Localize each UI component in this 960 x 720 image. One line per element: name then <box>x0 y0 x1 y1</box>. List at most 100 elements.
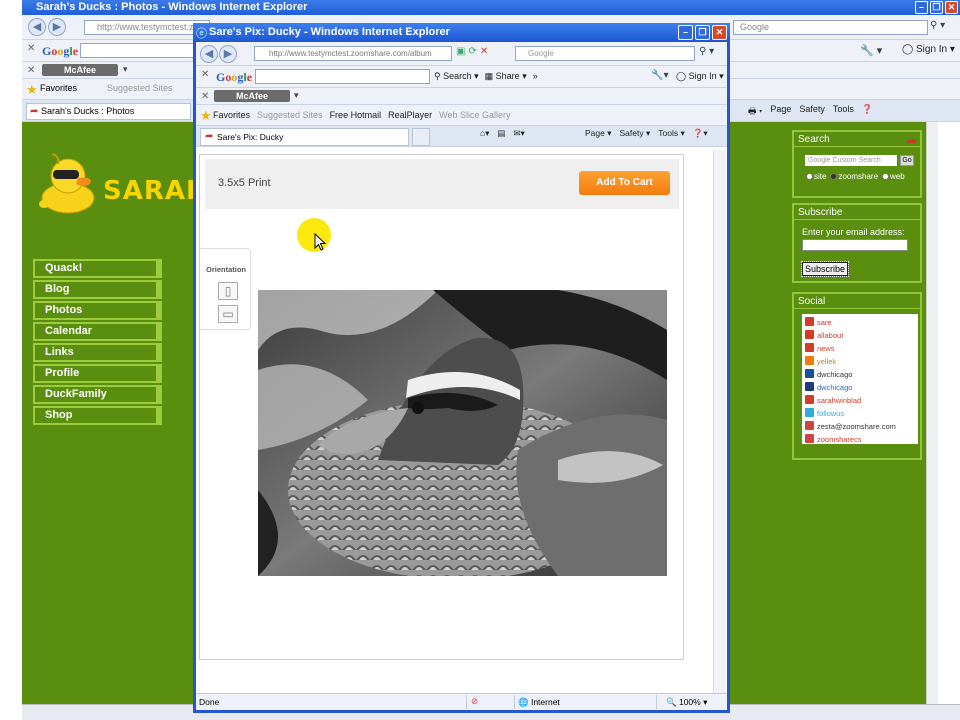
security-zone[interactable]: 🌐 Internet <box>518 697 560 708</box>
back-icon[interactable]: ◀ <box>28 18 46 36</box>
social-link[interactable]: sarahwinblad <box>805 394 915 407</box>
suggested-sites-link[interactable]: Suggested Sites <box>107 83 173 93</box>
close-icon[interactable]: ✕ <box>712 25 727 40</box>
home-icon[interactable]: ⌂▾ <box>480 128 489 139</box>
safety-menu[interactable]: Safety <box>799 104 825 120</box>
back-window-titlebar: Sarah's Ducks : Photos - Windows Interne… <box>22 0 960 15</box>
google-share-button[interactable]: ▦ Share ▾ <box>485 71 527 82</box>
popup-sign-in-button[interactable]: ◯ Sign In ▾ <box>676 71 724 82</box>
back-tab[interactable]: ➦ Sarah's Ducks : Photos <box>26 103 191 120</box>
close-toolbar-icon[interactable]: ✕ <box>27 65 35 76</box>
tools-menu[interactable]: Tools <box>833 104 854 120</box>
back-window-scrollbar[interactable] <box>926 122 938 704</box>
popup-google-search-input[interactable] <box>255 69 430 84</box>
more-icon[interactable]: » <box>533 71 538 82</box>
safety-label: Safety <box>619 128 644 138</box>
favorites-star-icon[interactable]: ★ <box>200 108 212 124</box>
nav-item-calendar[interactable]: Calendar <box>33 322 162 341</box>
stop-icon[interactable]: ✕ <box>480 46 488 57</box>
safety-menu[interactable]: Safety ▾ <box>620 128 651 139</box>
google-search-button[interactable]: ⚲ Search ▾ <box>434 71 479 82</box>
search-icon[interactable]: ⚲ ▾ <box>699 46 714 57</box>
custom-search-input[interactable]: Google Custom Search <box>805 155 897 166</box>
maximize-icon[interactable]: ❐ <box>930 1 943 14</box>
feeds-icon[interactable]: ▤ <box>497 128 505 139</box>
chevron-down-icon[interactable]: ▾ <box>294 90 299 101</box>
wrench-icon[interactable]: 🔧▾ <box>651 70 668 81</box>
site-favicon-icon: ➦ <box>30 106 39 117</box>
popup-address-input[interactable]: http://www.testymctest.zoomshare.com/alb… <box>254 46 452 61</box>
social-link[interactable]: allabout <box>805 329 915 342</box>
free-hotmail-link[interactable]: Free Hotmail <box>330 110 382 120</box>
favorites-star-icon[interactable]: ★ <box>26 82 38 98</box>
add-to-cart-button[interactable]: Add To Cart <box>579 171 670 195</box>
radio-web[interactable]: web <box>882 172 905 181</box>
page-menu[interactable]: Page ▾ <box>585 128 612 139</box>
nav-item-duckfamily[interactable]: DuckFamily <box>33 385 162 404</box>
close-toolbar-icon[interactable]: ✕ <box>201 91 209 102</box>
mail-icon[interactable]: ✉▾ <box>513 128 524 139</box>
social-link-label: yellek <box>817 357 837 366</box>
nav-item-shop[interactable]: Shop <box>33 406 162 425</box>
search-icon[interactable]: ⚲ ▾ <box>930 20 945 31</box>
popup-search-input[interactable]: Google <box>515 46 695 61</box>
suggested-sites-link[interactable]: Suggested Sites <box>257 110 323 120</box>
landscape-orientation-button[interactable]: ▭ <box>218 305 238 323</box>
close-toolbar-icon[interactable]: ✕ <box>201 69 209 80</box>
back-address-input[interactable]: http://www.testymctest.zo <box>84 20 210 35</box>
back-search-input[interactable]: Google <box>733 20 928 35</box>
help-icon[interactable]: ❓ <box>862 104 873 120</box>
forward-icon[interactable]: ▶ <box>219 45 237 63</box>
nav-item-photos[interactable]: Photos <box>33 301 162 320</box>
page-menu[interactable]: Page <box>770 104 791 120</box>
social-link[interactable]: dwchicago <box>805 381 915 394</box>
go-button[interactable]: Go <box>900 155 914 166</box>
portrait-orientation-button[interactable]: ▯ <box>218 282 238 300</box>
popup-google-toolbar: ✕ Google ⚲ Search ▾ ▦ Share ▾ » 🔧▾ ◯ Sig… <box>196 66 727 88</box>
compatibility-icon[interactable]: ▣ <box>456 46 465 57</box>
minimize-icon[interactable]: – <box>915 1 928 14</box>
popup-scrollbar[interactable] <box>713 150 726 693</box>
social-link[interactable]: dwchicago <box>805 368 915 381</box>
social-link[interactable]: zesta@zoomshare.com <box>805 420 915 433</box>
email-field[interactable] <box>802 239 908 251</box>
popup-tab[interactable]: ➦ Sare's Pix: Ducky <box>200 128 409 146</box>
print-icon[interactable]: 🖶 ▾ <box>748 104 762 120</box>
web-slice-gallery-link[interactable]: Web Slice Gallery <box>439 110 510 120</box>
nav-item-quack[interactable]: Quack! <box>33 259 162 278</box>
forward-icon[interactable]: ▶ <box>48 18 66 36</box>
subscribe-button[interactable]: Subscribe <box>800 261 850 277</box>
new-tab-button[interactable] <box>412 128 430 146</box>
zoom-control[interactable]: 🔍 100% ▾ <box>666 697 707 708</box>
radio-label: site <box>814 172 827 181</box>
mcafee-button[interactable]: McAfee <box>214 90 290 102</box>
nav-item-profile[interactable]: Profile <box>33 364 162 383</box>
realplayer-link[interactable]: RealPlayer <box>388 110 432 120</box>
help-icon[interactable]: ❓▾ <box>693 128 708 139</box>
radio-site[interactable]: site <box>806 172 826 181</box>
back-icon[interactable]: ◀ <box>200 45 218 63</box>
favorites-button[interactable]: Favorites <box>213 110 250 120</box>
tools-menu[interactable]: Tools ▾ <box>658 128 684 139</box>
nav-item-links[interactable]: Links <box>33 343 162 362</box>
wrench-icon[interactable]: 🔧 ▾ <box>860 44 882 57</box>
social-link[interactable]: news <box>805 342 915 355</box>
back-sign-in-button[interactable]: ◯ Sign In ▾ <box>902 44 955 55</box>
mcafee-button[interactable]: McAfee <box>42 64 118 76</box>
radio-zoomshare[interactable]: zoomshare <box>830 172 878 181</box>
chevron-down-icon[interactable]: ▾ <box>123 64 128 75</box>
social-link[interactable]: zoomsharecs <box>805 433 915 446</box>
close-icon[interactable]: ✕ <box>945 1 958 14</box>
minimize-icon[interactable]: – <box>678 25 693 40</box>
social-link[interactable]: sare <box>805 316 915 329</box>
popup-tab-title: Sare's Pix: Ducky <box>217 132 284 142</box>
social-link[interactable]: yellek <box>805 355 915 368</box>
social-link[interactable]: followus <box>805 407 915 420</box>
social-service-icon <box>805 317 814 326</box>
maximize-icon[interactable]: ❐ <box>695 25 710 40</box>
nav-item-blog[interactable]: Blog <box>33 280 162 299</box>
social-link-label: sare <box>817 318 832 327</box>
refresh-icon[interactable]: ⟳ <box>468 46 476 57</box>
favorites-button[interactable]: Favorites <box>40 83 77 93</box>
close-toolbar-icon[interactable]: ✕ <box>27 43 35 54</box>
